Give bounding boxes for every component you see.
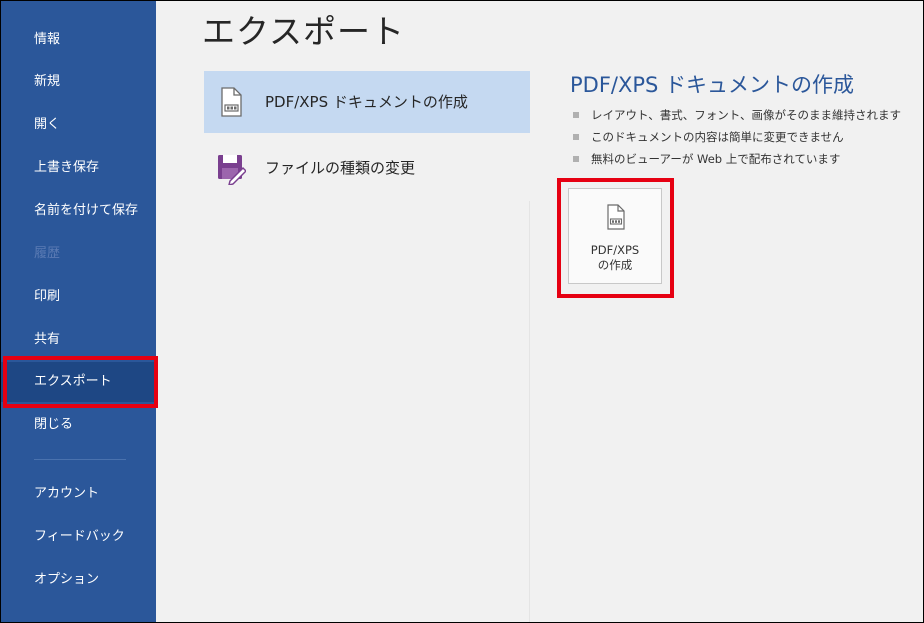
nav-item-account[interactable]: アカウント — [1, 474, 156, 514]
nav-item-save-as[interactable]: 名前を付けて保存 — [1, 191, 156, 231]
pdf-document-icon — [221, 87, 242, 117]
nav-item-options[interactable]: オプション — [1, 560, 156, 600]
pdf-document-icon — [607, 204, 625, 230]
nav-item-print[interactable]: 印刷 — [1, 277, 156, 317]
bullet-square-icon — [573, 133, 579, 140]
bullet-text: レイアウト、書式、フォント、画像がそのまま維持されます — [591, 108, 902, 122]
nav-item-close[interactable]: 閉じる — [1, 405, 156, 445]
option-label: PDF/XPS ドキュメントの作成 — [265, 93, 468, 111]
bullet-square-icon — [573, 111, 579, 118]
create-button-label-line1: PDF/XPS — [590, 243, 640, 257]
nav-item-export[interactable]: エクスポート — [1, 362, 156, 402]
change-file-type-icon — [218, 155, 246, 185]
create-button-label: PDF/XPS の作成 — [569, 243, 661, 273]
bullet-square-icon — [573, 155, 579, 162]
nav-item-new[interactable]: 新規 — [1, 62, 156, 102]
nav-item-save[interactable]: 上書き保存 — [1, 148, 156, 188]
option-create-pdf-xps[interactable]: PDF/XPS ドキュメントの作成 — [204, 71, 530, 133]
option-label: ファイルの種類の変更 — [265, 159, 416, 177]
nav-divider — [34, 459, 126, 460]
bullet-item: レイアウト、書式、フォント、画像がそのまま維持されます — [573, 105, 901, 125]
create-button-label-line2: の作成 — [597, 258, 633, 272]
page-title: エクスポート — [202, 12, 406, 51]
bullet-item: 無料のビューアーが Web 上で配布されています — [573, 149, 840, 169]
nav-item-info[interactable]: 情報 — [1, 20, 156, 60]
backstage-sidebar: 情報 新規 開く 上書き保存 名前を付けて保存 履歴 印刷 共有 エクスポート … — [1, 1, 156, 622]
nav-item-share[interactable]: 共有 — [1, 320, 156, 360]
nav-item-history: 履歴 — [34, 246, 61, 261]
nav-item-open[interactable]: 開く — [1, 105, 156, 145]
create-pdf-xps-button[interactable]: PDF/XPS の作成 — [568, 188, 662, 284]
bullet-item: このドキュメントの内容は簡単に変更できません — [573, 127, 844, 147]
bullet-text: このドキュメントの内容は簡単に変更できません — [591, 130, 844, 144]
detail-title: PDF/XPS ドキュメントの作成 — [570, 73, 855, 97]
option-change-file-type[interactable]: ファイルの種類の変更 — [204, 137, 530, 199]
backstage-window: 情報 新規 開く 上書き保存 名前を付けて保存 履歴 印刷 共有 エクスポート … — [0, 0, 924, 623]
panel-separator — [529, 201, 530, 622]
bullet-text: 無料のビューアーが Web 上で配布されています — [591, 152, 841, 166]
nav-item-feedback[interactable]: フィードバック — [1, 517, 156, 557]
